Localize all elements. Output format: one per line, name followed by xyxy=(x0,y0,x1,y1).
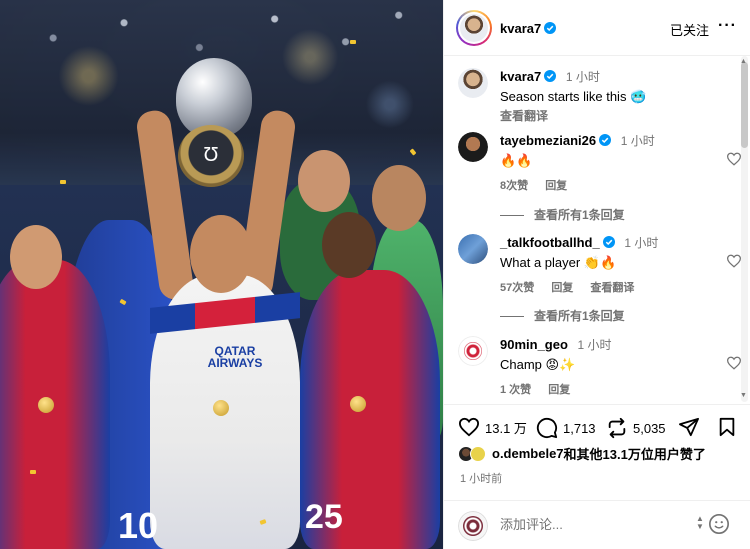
verified-badge-icon xyxy=(602,236,615,248)
comment-translate-link[interactable]: 查看翻译 xyxy=(590,282,634,294)
author-username-row[interactable]: kvara7 xyxy=(500,20,557,38)
like-count: 13.1 万 xyxy=(485,420,527,436)
caption-text: Season starts like this 🥶 xyxy=(500,89,647,104)
save-button[interactable] xyxy=(718,417,741,437)
comment-bubble-icon[interactable] xyxy=(536,417,558,439)
likes-summary: o.dembele7 和其他13.1万位用户赞了 xyxy=(458,444,706,463)
repost-count: 5,035 xyxy=(633,420,666,436)
more-dots-icon[interactable]: ··· xyxy=(718,17,737,35)
viewer-avatar xyxy=(458,511,488,541)
head-back-player xyxy=(298,150,350,212)
comment-text: What a player 👏🔥 xyxy=(500,255,617,270)
resize-arrows-icon: ▲ ▼ xyxy=(696,514,704,531)
commenter-avatar[interactable] xyxy=(458,336,488,366)
confetti xyxy=(60,180,66,184)
repost-icon[interactable] xyxy=(606,417,628,439)
author-avatar[interactable] xyxy=(456,10,492,46)
caption-translate-link[interactable]: 查看翻译 xyxy=(500,107,712,124)
player-left xyxy=(0,260,110,549)
confetti xyxy=(350,40,356,44)
verified-badge-icon xyxy=(544,70,557,82)
like-button[interactable]: 13.1 万 xyxy=(458,417,527,437)
first-liker-username[interactable]: o.dembele7 xyxy=(492,446,564,461)
caption-time[interactable]: 1 小时 xyxy=(566,70,600,84)
comment-composer: ▲▼ xyxy=(444,500,750,549)
view-replies-link[interactable]: 查看所有1条回复 xyxy=(500,206,625,223)
liker-avatar xyxy=(470,445,486,462)
jersey-number-right: 25 xyxy=(305,498,343,536)
caption-username[interactable]: kvara7 xyxy=(500,69,541,84)
reply-button[interactable]: 回复 xyxy=(545,180,567,192)
post-sidebar: kvara7 已关注 ··· kvara7 1 小时 Season starts… xyxy=(443,0,750,549)
commenter-avatar[interactable] xyxy=(458,132,488,162)
sponsor-text: QATAR AIRWAYS xyxy=(207,344,263,370)
head-keeper xyxy=(372,165,426,231)
caption-author-avatar[interactable] xyxy=(458,68,488,98)
head-right-player xyxy=(322,212,376,278)
share-button[interactable] xyxy=(678,417,705,437)
comment-text: Champ 😡✨ xyxy=(500,357,576,372)
commenter-username[interactable]: tayebmeziani26 xyxy=(500,133,596,148)
view-replies-link[interactable]: 查看所有1条回复 xyxy=(500,307,625,324)
comment-button[interactable]: 1,713 xyxy=(536,417,596,439)
commenter-avatar[interactable] xyxy=(458,234,488,264)
head-center-player xyxy=(190,215,252,293)
comment-like-count[interactable]: 57次赞 xyxy=(500,282,534,294)
comment-like-count[interactable]: 1 次赞 xyxy=(500,384,531,396)
commenter-username[interactable]: _talkfootballhd_ xyxy=(500,235,600,250)
verified-badge-icon xyxy=(599,134,612,146)
reply-button[interactable]: 回复 xyxy=(551,282,573,294)
paper-plane-icon[interactable] xyxy=(678,417,700,437)
medal-icon xyxy=(213,400,229,416)
post-header: kvara7 已关注 ··· xyxy=(444,0,750,56)
scroll-up-icon[interactable]: ▲ xyxy=(740,58,747,65)
verified-badge-icon xyxy=(544,22,557,34)
reply-button[interactable]: 回复 xyxy=(548,384,570,396)
following-button[interactable]: 已关注 xyxy=(670,20,709,39)
heart-icon[interactable] xyxy=(458,417,480,437)
medal-icon xyxy=(38,397,54,413)
repost-button[interactable]: 5,035 xyxy=(606,417,666,439)
confetti xyxy=(30,470,36,474)
comments-scrollbar-thumb[interactable] xyxy=(741,62,748,148)
commenter-username[interactable]: 90min_geo xyxy=(500,337,568,352)
comment-time[interactable]: 1 小时 xyxy=(578,338,612,352)
comment-input[interactable] xyxy=(500,517,680,532)
comment-time[interactable]: 1 小时 xyxy=(624,236,658,250)
head-left-player xyxy=(10,225,62,289)
likes-summary-text[interactable]: 和其他13.1万位用户赞了 xyxy=(564,444,706,463)
medal-icon xyxy=(350,396,366,412)
posted-time[interactable]: 1 小时前 xyxy=(460,470,502,486)
author-username[interactable]: kvara7 xyxy=(500,21,541,36)
liker-avatars[interactable] xyxy=(458,445,488,462)
bookmark-icon[interactable] xyxy=(718,417,736,437)
scroll-down-icon[interactable]: ▼ xyxy=(740,392,747,399)
heart-icon[interactable] xyxy=(726,152,742,166)
comment-count: 1,713 xyxy=(563,420,596,436)
uefa-logo-icon: Ʊ xyxy=(203,144,219,166)
heart-icon[interactable] xyxy=(726,356,742,370)
comments-list[interactable]: kvara7 1 小时 Season starts like this 🥶 查看… xyxy=(444,56,742,404)
comment-time[interactable]: 1 小时 xyxy=(621,134,655,148)
comment-text: 🔥🔥 xyxy=(500,153,533,168)
smiley-icon[interactable] xyxy=(708,513,730,535)
heart-icon[interactable] xyxy=(726,254,742,268)
post-photo[interactable]: Ʊ 10 25 QATAR AIRWAYS xyxy=(0,0,443,549)
jersey-number-left: 10 xyxy=(118,505,159,546)
comment-like-count[interactable]: 8次赞 xyxy=(500,180,528,192)
